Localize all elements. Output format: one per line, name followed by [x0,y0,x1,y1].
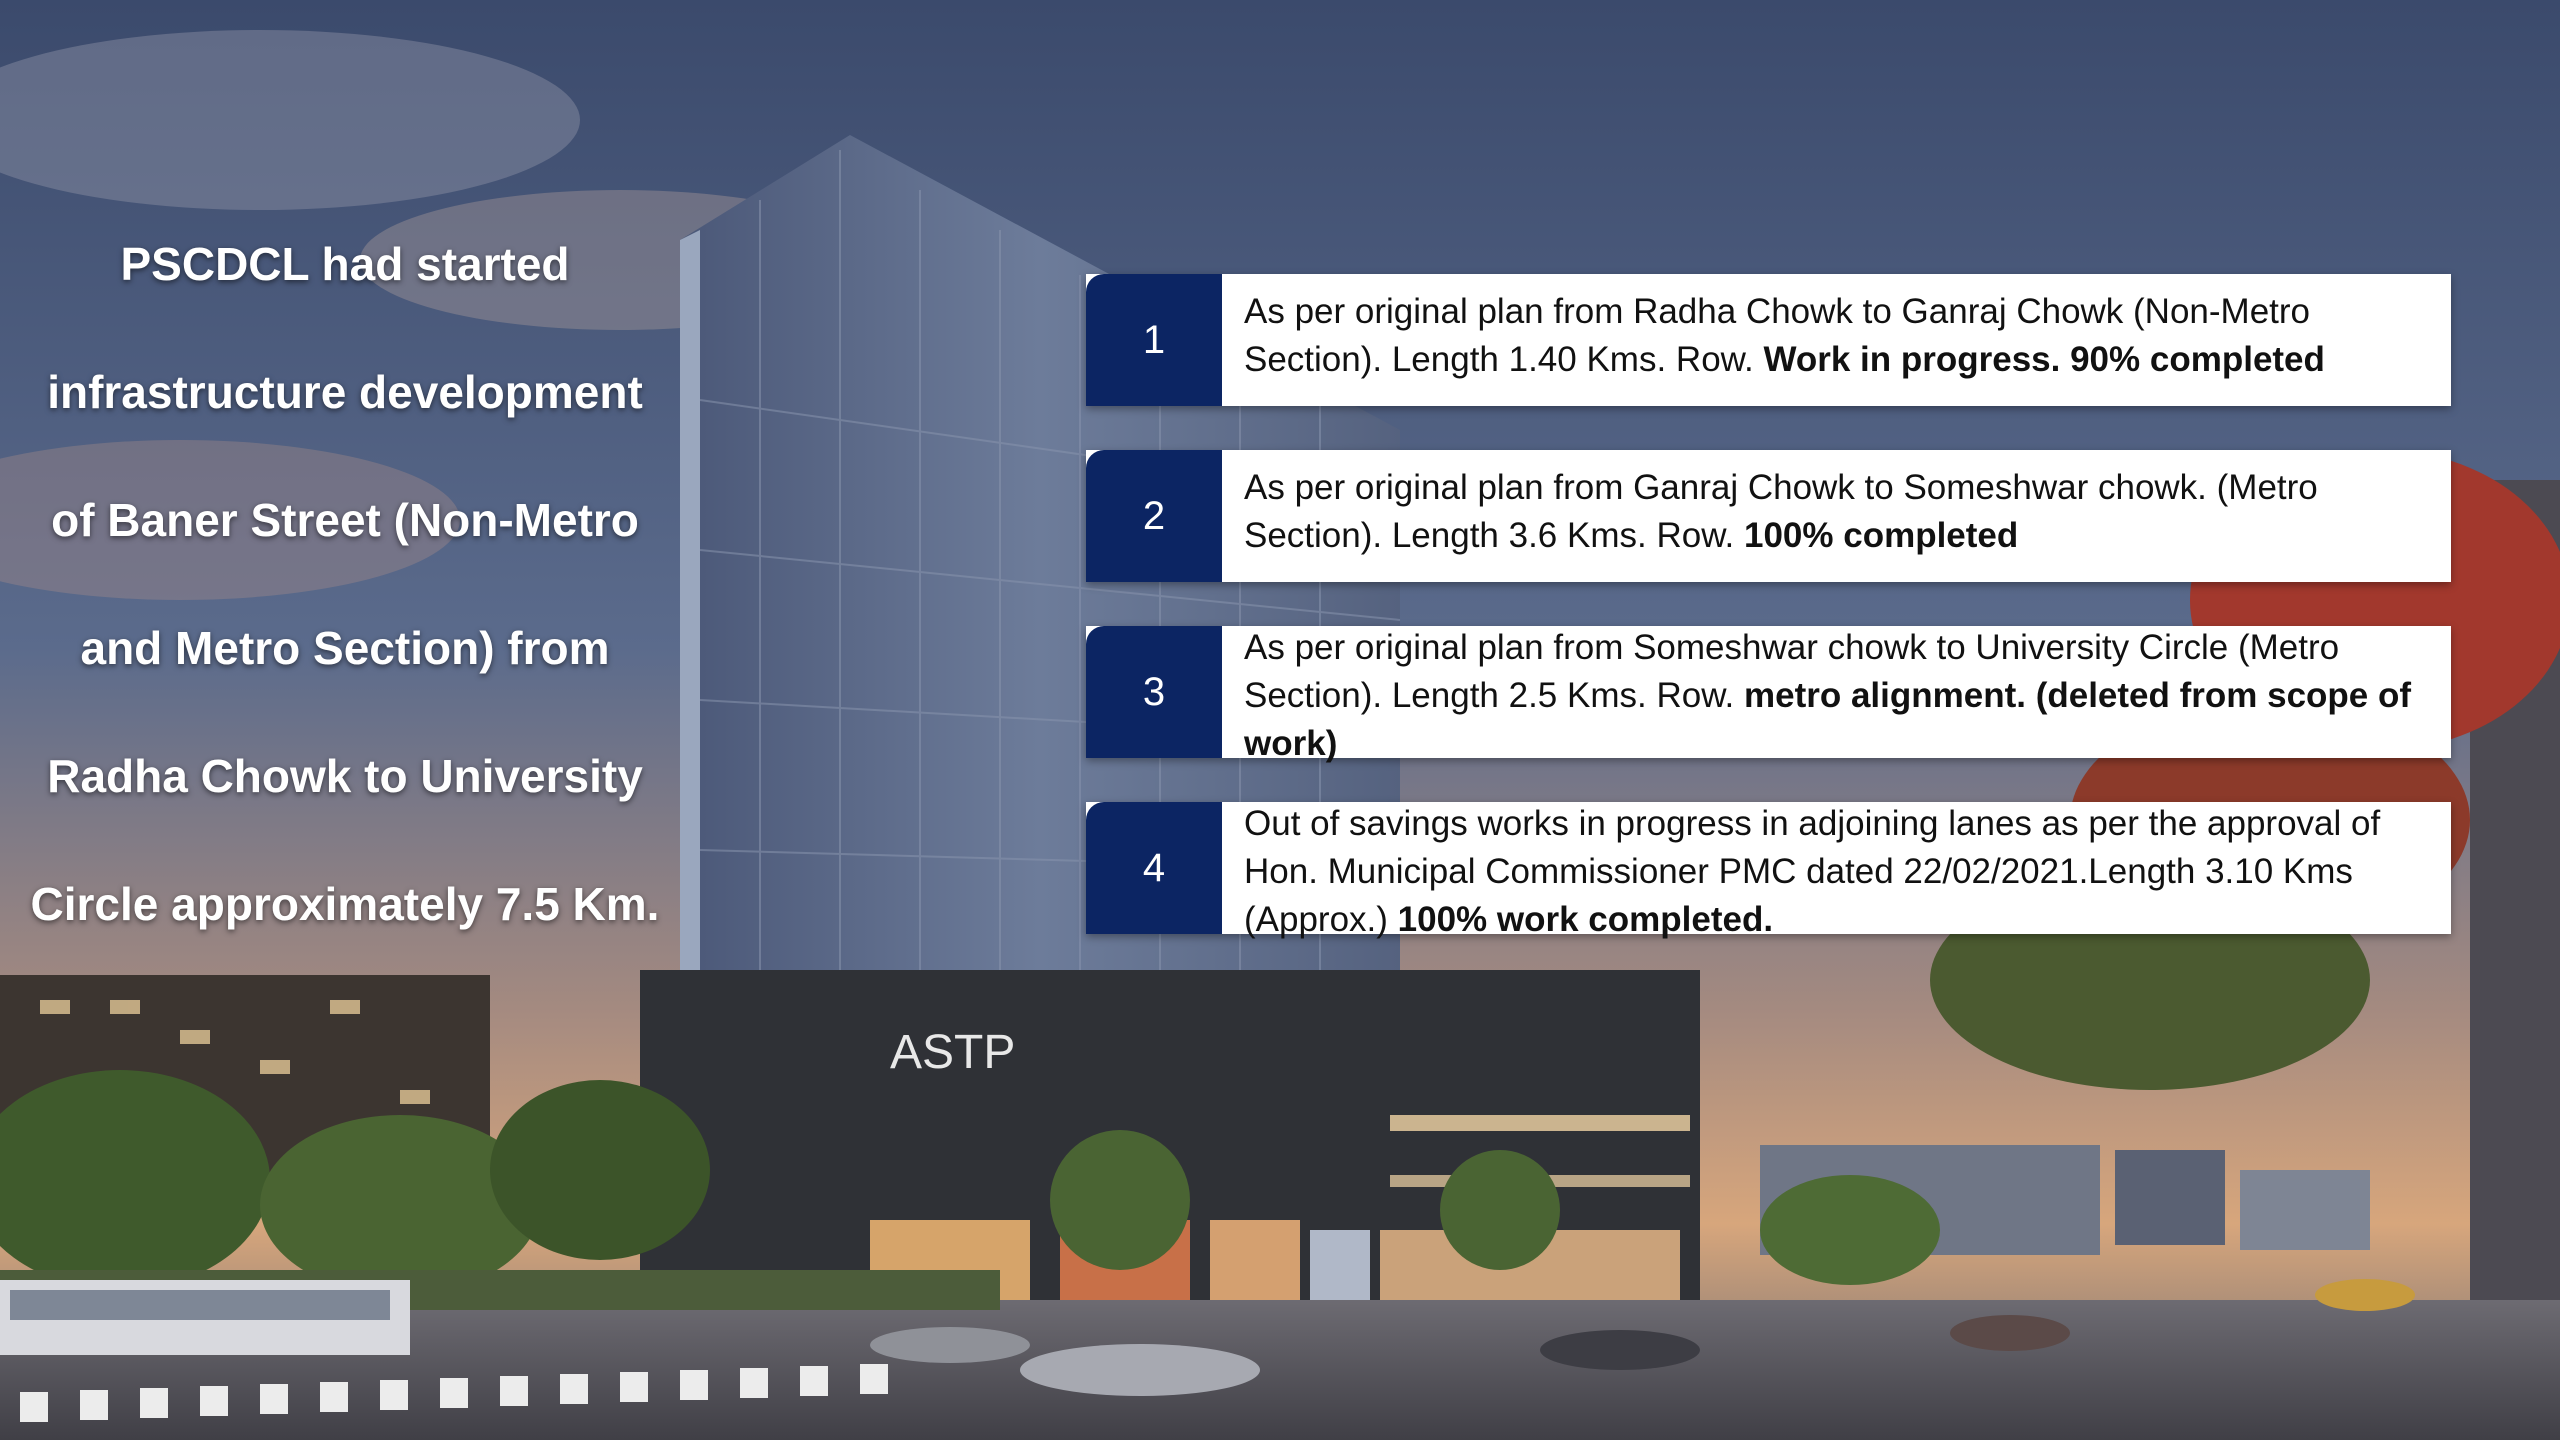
item-description: As per original plan from Someshwar chow… [1244,624,2439,768]
item-number-badge: 2 [1086,450,1222,582]
intro-line: of Baner Street (Non-Metro [51,494,639,546]
building-signage: ASTP [890,1026,1015,1079]
intro-line: infrastructure development [47,366,643,418]
list-item: 1 As per original plan from Radha Chowk … [1086,274,2451,406]
item-description: Out of savings works in progress in adjo… [1244,800,2439,944]
item-number-badge: 1 [1086,274,1222,406]
intro-line: PSCDCL had started [120,238,570,290]
list-item: 4 Out of savings works in progress in ad… [1086,802,2451,939]
intro-line: Circle approximately 7.5 Km. [30,878,660,930]
list-item: 3 As per original plan from Someshwar ch… [1086,626,2451,763]
item-description: As per original plan from Ganraj Chowk t… [1244,464,2439,560]
intro-text: PSCDCL had started infrastructure develo… [20,200,670,968]
item-number-badge: 3 [1086,626,1222,758]
list-item: 2 As per original plan from Ganraj Chowk… [1086,450,2451,582]
item-status: 100% completed [1743,516,2019,555]
item-status: 100% work completed. [1397,900,1774,939]
intro-line: Radha Chowk to University [47,750,643,802]
item-description: As per original plan from Radha Chowk to… [1244,288,2439,384]
intro-line: and Metro Section) from [80,622,610,674]
item-number-badge: 4 [1086,802,1222,934]
item-status: Work in progress. 90% completed [1763,340,2325,379]
